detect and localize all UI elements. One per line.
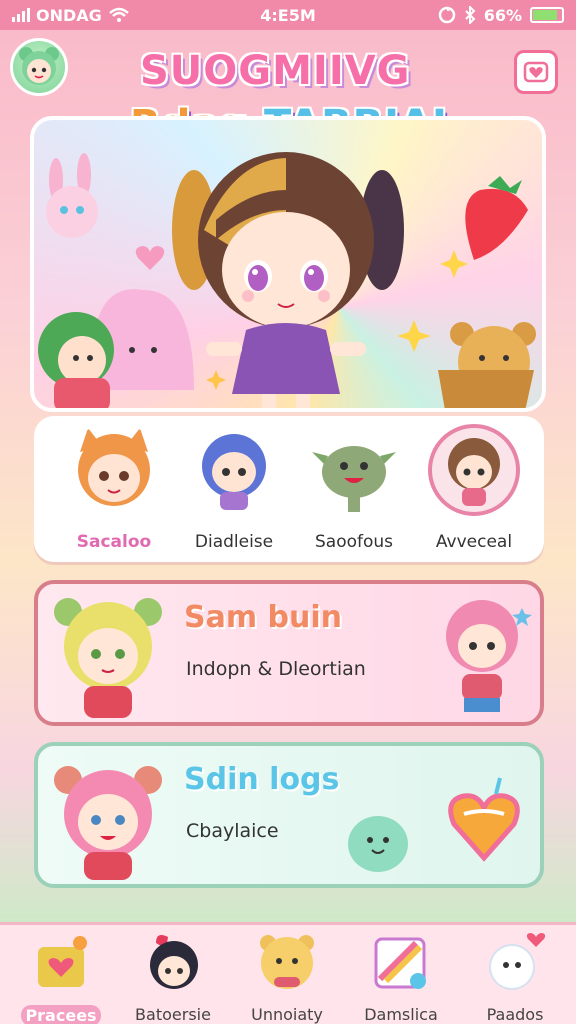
orange-fox-girl-avatar [78, 428, 150, 506]
character-label: Diadleise [194, 532, 274, 552]
carrier-label: ONDAG [36, 5, 102, 25]
tab-label: Batoersie [135, 1005, 211, 1024]
tab-pracees[interactable]: Pracees [6, 931, 116, 1024]
bluetooth-icon [464, 6, 476, 24]
tab-paados[interactable]: Paados [460, 931, 570, 1024]
card-title: Sam buin [184, 600, 343, 635]
green-hair-character [38, 312, 114, 408]
sync-icon [438, 6, 455, 24]
tab-label: Paados [486, 1005, 544, 1024]
app-header: SUOGMIIVG Rdag TABBIAI [0, 30, 576, 148]
rainbow-card-icon [374, 937, 426, 989]
hero-banner[interactable] [30, 116, 546, 412]
bunny-character [46, 153, 98, 238]
sparkle-icon [206, 370, 226, 390]
white-bunny-icon [489, 933, 546, 990]
pink-bear-girl-avatar [54, 766, 162, 880]
black-hair-girl-icon [150, 935, 198, 989]
character-card-3[interactable]: Saoofous [294, 422, 414, 558]
main-character [172, 152, 404, 408]
character-label: Sacaloo [76, 532, 152, 552]
sparkle-icon [397, 320, 431, 352]
home-basket-icon [38, 936, 87, 987]
card-title: Sdin logs [184, 762, 340, 797]
battery-percent: 66% [483, 5, 522, 25]
sparkle-icon [440, 250, 468, 278]
tab-unnoiaty[interactable]: Unnoiaty [232, 931, 342, 1024]
character-card-2[interactable]: Diadleise [174, 422, 294, 558]
character-label: Avveceal [435, 532, 513, 552]
card-subtitle: Cbaylaice [186, 820, 279, 842]
green-bear-avatar-icon [19, 47, 59, 85]
rainbow-heart-icon [448, 777, 520, 862]
heart-icon [135, 246, 165, 270]
battery-icon [530, 7, 564, 23]
strawberry-icon [465, 176, 528, 260]
green-dino-avatar [312, 446, 396, 512]
blonde-bear-girl-avatar [54, 598, 162, 718]
tab-label: Pracees [21, 1005, 101, 1024]
wifi-icon [108, 7, 129, 22]
feature-card-2[interactable]: Sdin logs Cbaylaice [34, 742, 544, 888]
character-label: Saoofous [314, 532, 394, 552]
status-bar: ONDAG 4:E5M 66% [0, 0, 576, 30]
app-title-line1: SUOGMIIVG [140, 48, 411, 94]
bear-in-basket [438, 322, 536, 408]
favorites-button[interactable] [514, 50, 558, 94]
brown-hair-girl-avatar [428, 424, 520, 516]
tab-damslica[interactable]: Damslica [346, 931, 456, 1024]
card-subtitle: Indopn & Dleortian [186, 658, 366, 680]
heart-message-icon [523, 61, 549, 83]
character-selector: Sacaloo Diadleise Saoofous Avveceal [34, 416, 544, 562]
blue-hair-girl-avatar [202, 434, 266, 510]
bottom-tab-bar: Pracees Batoersie Unnoiaty Damslica Paad… [0, 922, 576, 1024]
clock: 4:E5M [260, 5, 316, 25]
character-card-1[interactable]: Sacaloo [54, 422, 174, 558]
feature-card-1[interactable]: Sam buin Indopn & Dleortian [34, 580, 544, 726]
character-card-4[interactable]: Avveceal [414, 422, 534, 558]
profile-avatar-button[interactable] [10, 38, 68, 96]
tab-label: Damslica [364, 1005, 438, 1024]
tab-label: Unnoiaty [251, 1005, 323, 1024]
tab-batoersie[interactable]: Batoersie [118, 931, 228, 1024]
green-blob-character [348, 816, 408, 872]
bear-face-icon [260, 935, 314, 989]
pink-hair-girl-avatar [446, 600, 532, 712]
signal-icon [12, 8, 30, 22]
hero-illustration [38, 152, 536, 408]
